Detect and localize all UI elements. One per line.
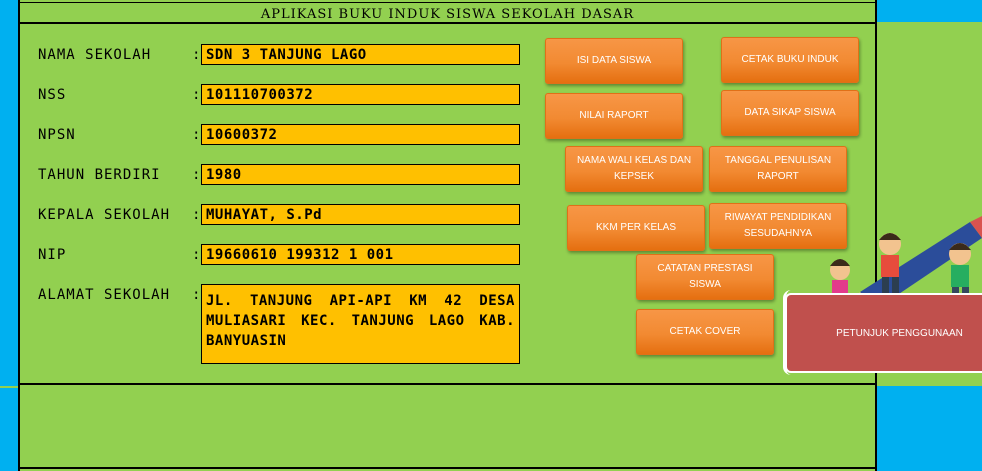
divider (18, 0, 20, 471)
colon: : (192, 167, 201, 183)
cetak-buku-induk-button[interactable]: CETAK BUKU INDUK (721, 37, 859, 83)
nilai-raport-button[interactable]: NILAI RAPORT (545, 93, 683, 139)
right-blue-panel-top (877, 0, 982, 22)
field-nip[interactable]: 19660610 199312 1 001 (201, 244, 520, 265)
field-kepala-sekolah[interactable]: MUHAYAT, S.Pd (201, 204, 520, 225)
label-npsn: NPSN (38, 127, 76, 143)
field-tahun-berdiri[interactable]: 1980 (201, 164, 520, 185)
colon: : (192, 87, 201, 103)
cetak-cover-button[interactable]: CETAK COVER (636, 309, 774, 355)
petunjuk-penggunaan-button[interactable]: PETUNJUK PENGGUNAAN (785, 293, 982, 373)
field-alamat-sekolah[interactable]: JL. TANJUNG API-API KM 42 DESA MULIASARI… (201, 284, 520, 364)
colon: : (192, 207, 201, 223)
tanggal-penulisan-raport-button[interactable]: TANGGAL PENULISAN RAPORT (709, 146, 847, 192)
label-alamat-sekolah: ALAMAT SEKOLAH (38, 287, 171, 303)
divider (18, 467, 877, 469)
colon: : (192, 127, 201, 143)
label-kepala-sekolah: KEPALA SEKOLAH (38, 207, 171, 223)
data-sikap-siswa-button[interactable]: DATA SIKAP SISWA (721, 90, 859, 136)
divider (18, 383, 877, 385)
left-blue-panel-top (0, 0, 18, 386)
nama-wali-kelas-button[interactable]: NAMA WALI KELAS DAN KEPSEK (565, 146, 703, 192)
colon: : (192, 287, 201, 303)
colon: : (192, 247, 201, 263)
field-nama-sekolah[interactable]: SDN 3 TANJUNG LAGO (201, 44, 520, 65)
divider (18, 2, 877, 3)
kkm-per-kelas-button[interactable]: KKM PER KELAS (567, 205, 705, 251)
label-nip: NIP (38, 247, 67, 263)
field-nss[interactable]: 101110700372 (201, 84, 520, 105)
field-npsn[interactable]: 10600372 (201, 124, 520, 145)
catatan-prestasi-button[interactable]: CATATAN PRESTASI SISWA (636, 254, 774, 300)
app-title: APLIKASI BUKU INDUK SISWA SEKOLAH DASAR (260, 7, 635, 22)
label-nama-sekolah: NAMA SEKOLAH (38, 47, 152, 63)
colon: : (192, 47, 201, 63)
isi-data-siswa-button[interactable]: ISI DATA SISWA (545, 38, 683, 84)
left-blue-panel-bottom (0, 388, 18, 471)
label-nss: NSS (38, 87, 67, 103)
label-tahun-berdiri: TAHUN BERDIRI (38, 167, 161, 183)
right-blue-panel-bottom (877, 386, 982, 471)
